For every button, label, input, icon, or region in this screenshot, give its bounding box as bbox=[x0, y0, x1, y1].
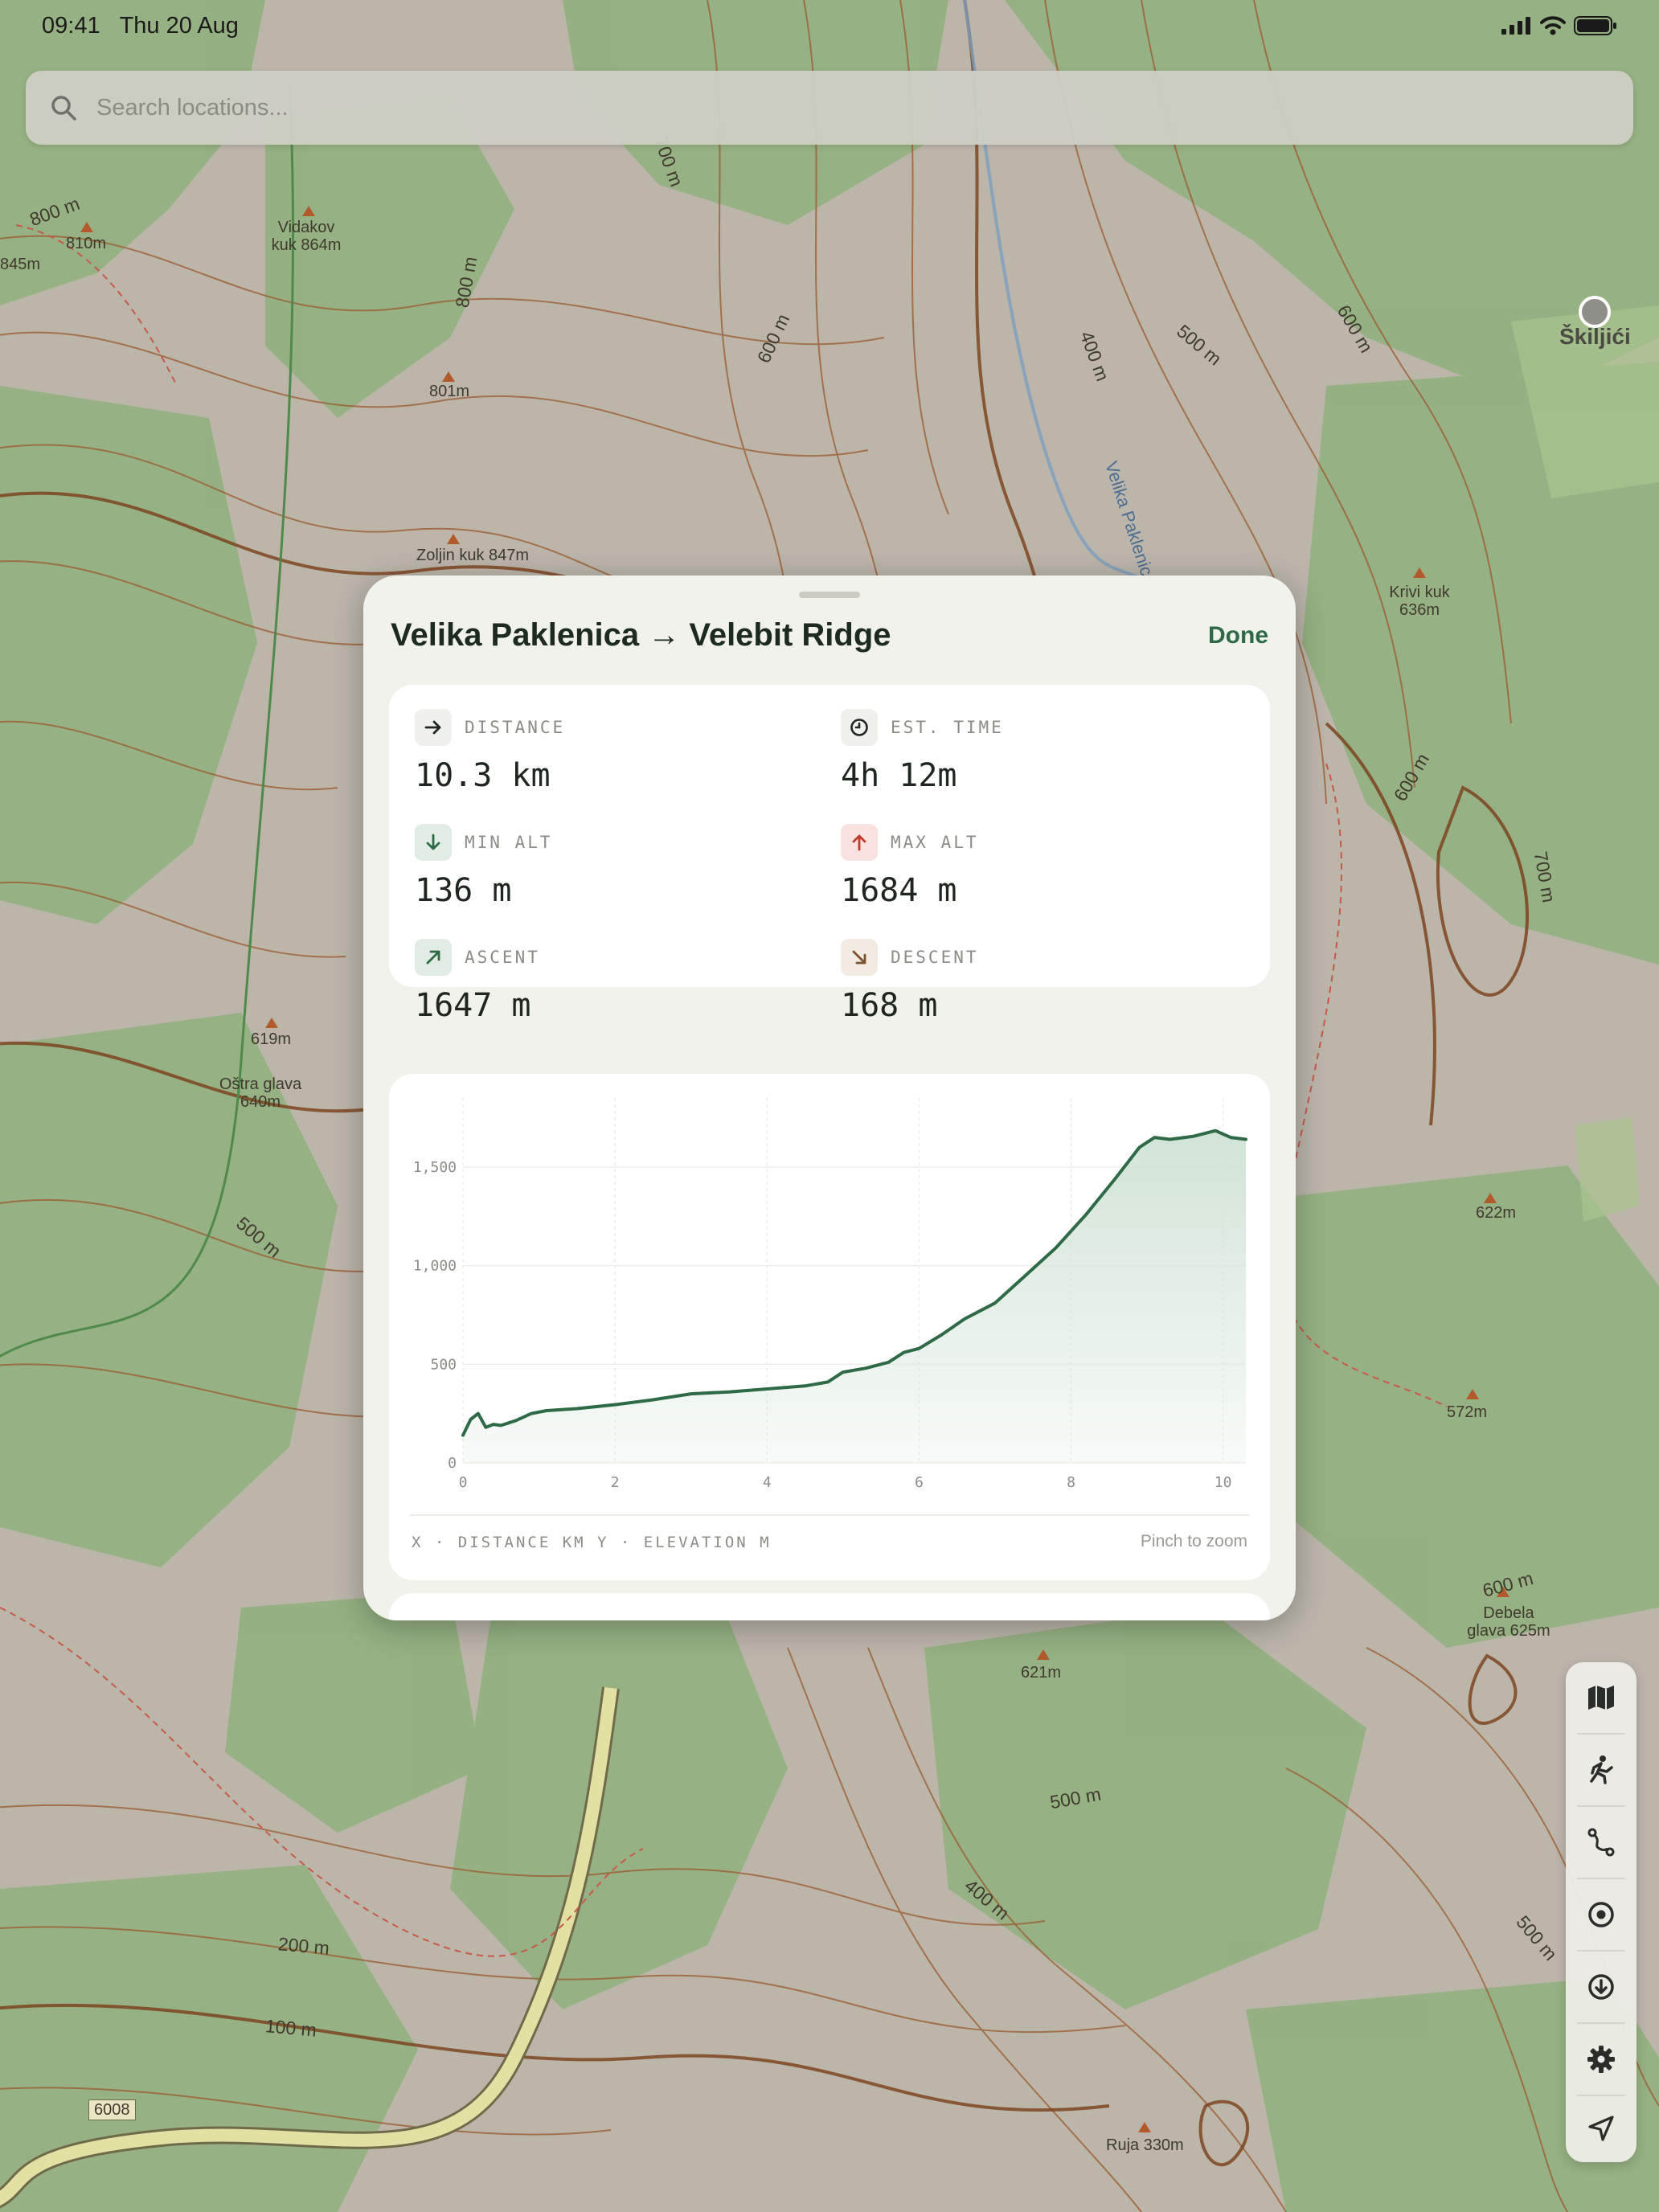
hiker-icon bbox=[1590, 1755, 1613, 1784]
search-icon bbox=[51, 96, 76, 121]
stat-label: DISTANCE bbox=[465, 718, 566, 737]
stat-descent: DESCENT 168 m bbox=[841, 939, 979, 1024]
map-layers-button[interactable] bbox=[1566, 1662, 1636, 1733]
stat-value: 1647 m bbox=[415, 987, 531, 1024]
stat-min-alt: MIN ALT 136 m bbox=[415, 824, 553, 909]
stat-label: ASCENT bbox=[465, 948, 540, 967]
route-stats-card: DISTANCE 10.3 km EST. TIME 4h 12m MIN AL… bbox=[389, 685, 1270, 1024]
target-icon bbox=[1588, 1902, 1614, 1927]
map-tools-toolbar bbox=[1566, 1662, 1636, 2162]
done-button[interactable]: Done bbox=[1208, 622, 1268, 649]
y-tick-label: 0 bbox=[448, 1455, 457, 1472]
stat-distance: DISTANCE 10.3 km bbox=[415, 709, 565, 794]
chart-divider bbox=[410, 1514, 1249, 1516]
arrow-down-icon bbox=[415, 824, 452, 861]
arrow-up-icon bbox=[841, 824, 878, 861]
x-tick-label: 0 bbox=[459, 1474, 468, 1491]
arrow-up-right-icon bbox=[415, 939, 452, 976]
y-tick-label: 500 bbox=[430, 1356, 457, 1373]
cellular-signal-icon bbox=[1501, 17, 1530, 35]
stat-est-time: EST. TIME 4h 12m bbox=[841, 709, 1004, 794]
sheet-grabber-handle[interactable] bbox=[799, 592, 860, 598]
status-bar: 09:41 Thu 20 Aug bbox=[0, 0, 1659, 51]
settings-button[interactable] bbox=[1566, 2024, 1636, 2095]
x-tick-label: 10 bbox=[1215, 1474, 1232, 1491]
map-label-zoljin-kuk: Zoljin kuk 847m bbox=[416, 547, 530, 564]
stat-max-alt: MAX ALT 1684 m bbox=[841, 824, 979, 909]
route-icon bbox=[1587, 1828, 1615, 1857]
elevation-profile-chart[interactable]: 0 2 4 6 8 10 0 500 1,000 1,500 bbox=[389, 1074, 1270, 1508]
x-tick-label: 4 bbox=[763, 1474, 772, 1491]
stat-value: 136 m bbox=[415, 872, 512, 909]
map-label-peak: 622m bbox=[1476, 1204, 1517, 1222]
x-tick-label: 8 bbox=[1067, 1474, 1075, 1491]
road-number-label: 6008 bbox=[88, 2099, 136, 2120]
stat-label: EST. TIME bbox=[891, 718, 1004, 737]
y-tick-label: 1,000 bbox=[413, 1258, 457, 1275]
map-label-debela-glava: Debela glava 625m bbox=[1467, 1604, 1550, 1640]
stat-value: 1684 m bbox=[841, 872, 957, 909]
contour-label: 100 m bbox=[264, 2015, 317, 2041]
village-label-skiljici: Škiljići bbox=[1559, 324, 1631, 349]
stat-value: 168 m bbox=[841, 987, 938, 1024]
download-button[interactable] bbox=[1566, 1952, 1636, 2022]
map-label-peak: 845m bbox=[0, 256, 41, 273]
stat-value: 10.3 km bbox=[415, 757, 551, 794]
axis-caption: X · DISTANCE KM Y · ELEVATION M bbox=[412, 1534, 772, 1551]
my-location-button[interactable] bbox=[1566, 2093, 1636, 2164]
contour-label: 200 m bbox=[276, 1933, 330, 1959]
battery-icon bbox=[1574, 16, 1616, 35]
route-title: Velika Paklenica → Velebit Ridge bbox=[391, 617, 891, 653]
activity-mode-button[interactable] bbox=[1566, 1735, 1636, 1805]
status-date: Thu 20 Aug bbox=[119, 12, 239, 39]
stat-label: MIN ALT bbox=[465, 833, 553, 852]
search-bar[interactable]: Search locations... bbox=[26, 71, 1633, 145]
pinch-to-zoom-hint: Pinch to zoom bbox=[1140, 1532, 1247, 1550]
stat-ascent: ASCENT 1647 m bbox=[415, 939, 540, 1024]
status-time: 09:41 bbox=[42, 12, 100, 39]
x-tick-label: 2 bbox=[611, 1474, 620, 1491]
clock-icon bbox=[841, 709, 878, 746]
route-details-sheet: Velika Paklenica → Velebit Ridge Done DI… bbox=[363, 576, 1296, 1620]
elevation-area bbox=[463, 1130, 1246, 1463]
map-icon bbox=[1588, 1686, 1614, 1710]
arrow-right-icon bbox=[415, 709, 452, 746]
map-label-ostra-glava: Oštra glava 640m bbox=[219, 1075, 302, 1111]
gear-icon bbox=[1587, 2046, 1615, 2073]
map-label-peak: 619m bbox=[251, 1030, 292, 1048]
stat-value: 4h 12m bbox=[841, 757, 957, 794]
map-label-peak: 621m bbox=[1021, 1664, 1062, 1682]
stat-label: MAX ALT bbox=[891, 833, 979, 852]
map-label-vidakov-kuk: Vidakov kuk 864m bbox=[271, 219, 342, 254]
map-label-krivi-kuk: Krivi kuk 636m bbox=[1389, 584, 1450, 619]
y-tick-label: 1,500 bbox=[413, 1159, 457, 1176]
search-input[interactable]: Search locations... bbox=[96, 95, 289, 121]
x-tick-label: 6 bbox=[915, 1474, 924, 1491]
map-label-peak: 801m bbox=[429, 383, 470, 400]
download-icon bbox=[1588, 1974, 1614, 2000]
stat-label: DESCENT bbox=[891, 948, 979, 967]
arrow-down-right-icon bbox=[841, 939, 878, 976]
map-label-peak: 572m bbox=[1447, 1403, 1488, 1421]
location-arrow-icon bbox=[1588, 2116, 1614, 2141]
map-label-ruja: Ruja 330m bbox=[1106, 2136, 1184, 2154]
recenter-button[interactable] bbox=[1566, 1879, 1636, 1950]
route-button[interactable] bbox=[1566, 1807, 1636, 1878]
next-section-card bbox=[389, 1593, 1270, 1620]
map-label-peak: 810m bbox=[66, 235, 107, 252]
wifi-icon bbox=[1540, 16, 1566, 35]
elevation-chart-card[interactable]: 0 2 4 6 8 10 0 500 1,000 1,500 X · DISTANCE KM Y … bbox=[389, 1074, 1270, 1580]
